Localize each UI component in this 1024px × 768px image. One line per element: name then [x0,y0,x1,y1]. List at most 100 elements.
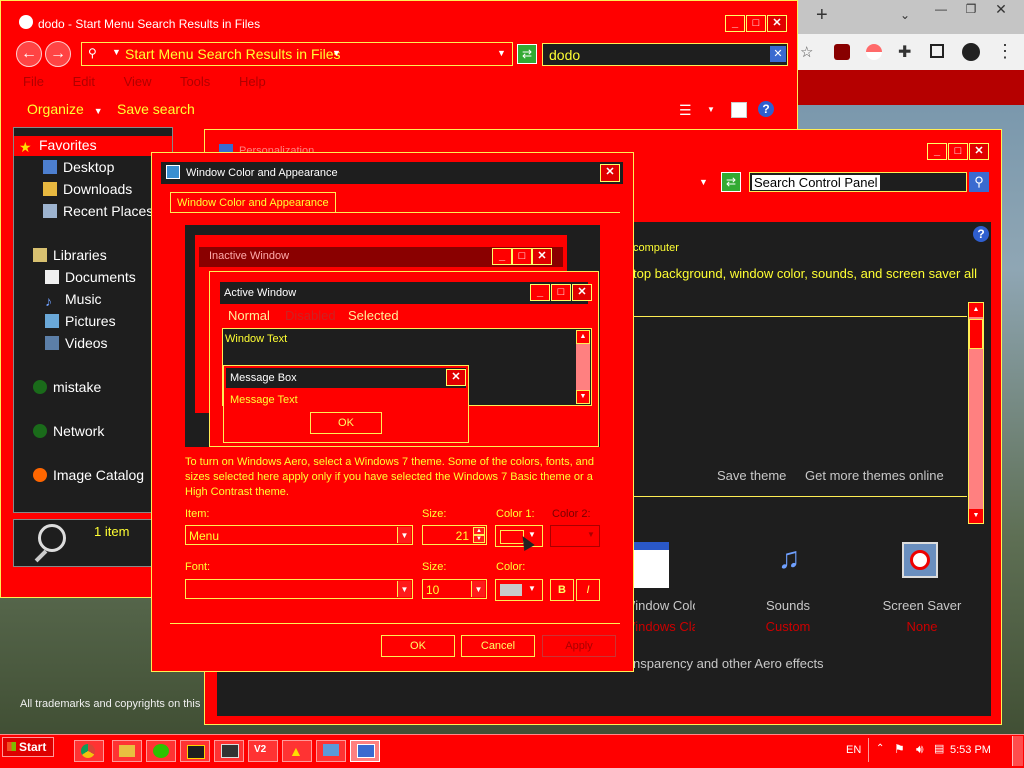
wechat-taskbar-icon[interactable] [146,740,176,762]
save-theme-link[interactable]: Save theme [717,468,786,483]
v2-taskbar-icon[interactable]: V2 [248,740,278,762]
new-tab-button[interactable]: + [816,4,828,27]
dialog-close-button[interactable]: ✕ [600,164,620,182]
action-center-icon[interactable]: ⚑ [894,742,905,756]
chrome-taskbar-icon[interactable] [74,740,104,762]
scroll-down-button[interactable]: ▼ [969,509,983,523]
network-taskbar-icon[interactable] [316,740,346,762]
network-tray-icon[interactable]: ▤ [934,742,944,755]
tray-expand-icon[interactable]: ⌃ [876,743,884,754]
nav-recent-places[interactable]: Recent Places [43,203,153,219]
help-icon[interactable]: ? [973,226,989,242]
sidepanel-icon[interactable] [930,44,944,58]
scrollbar[interactable]: ▲ ▼ [968,302,984,524]
flag-extension-icon[interactable] [866,44,882,60]
clock[interactable]: 5:53 PM [950,744,991,756]
nav-documents[interactable]: Documents [45,269,136,285]
minimize-button[interactable]: _ [725,15,745,32]
search-placeholder: Search Control Panel [752,175,880,190]
item-select[interactable]: Menu ▼ [185,525,413,545]
volume-icon[interactable]: 🔊︎ [916,742,924,757]
appearance-preview[interactable]: Inactive Window _ □ ✕ Active Window _ □ … [185,225,600,447]
save-search-button[interactable]: Save search [117,101,195,117]
close-button[interactable]: ✕ [767,15,787,32]
menu-file[interactable]: File [23,74,44,89]
nav-libraries[interactable]: Libraries [33,247,107,263]
scroll-up-button[interactable]: ▲ [969,303,983,317]
view-options-icon[interactable]: ☰ [679,102,692,119]
refresh-button[interactable]: ⇄ [721,172,741,192]
menu-edit[interactable]: Edit [73,74,95,89]
search-input[interactable]: Search Control Panel [749,172,967,192]
ublock-icon[interactable] [834,44,850,60]
personalize-taskbar-icon[interactable] [350,740,380,762]
show-desktop-button[interactable] [1012,736,1023,766]
warning-taskbar-icon[interactable]: ▲ [282,740,312,762]
size-stepper[interactable]: 21 ▲ ▼ [422,525,487,545]
font-size-select[interactable]: 10 ▼ [422,579,487,599]
sounds-tile[interactable]: ♫ Sounds Custom [743,542,833,642]
window-color-tile[interactable]: Window Color Windows Classic [623,542,703,642]
font-color-picker[interactable]: ▼ [495,579,543,601]
close-icon[interactable]: ✕ [990,1,1012,17]
aero-link[interactable]: nsparency and other Aero effects [633,656,824,671]
organize-button[interactable]: Organize ▼ [27,101,103,117]
back-button[interactable]: ← [16,41,42,67]
nav-favorites[interactable]: ★ Favorites [19,137,97,155]
profile-icon[interactable] [962,43,980,61]
nav-music[interactable]: ♪ Music [45,291,102,309]
monitor-taskbar-icon[interactable] [214,740,244,762]
menu-tools[interactable]: Tools [180,74,210,89]
page-heading: computer [633,242,679,254]
nav-downloads[interactable]: Downloads [43,181,132,197]
italic-button[interactable]: I [576,579,600,601]
address-dropdown-icon[interactable]: ▼ [497,48,506,58]
nav-network[interactable]: Network [33,423,104,439]
minimize-icon[interactable]: — [930,2,952,16]
start-button[interactable]: Start [2,737,54,757]
breadcrumb[interactable]: Start Menu Search Results in Files [125,46,341,62]
forward-button[interactable]: → [45,41,71,67]
search-input[interactable]: dodo ✕ [542,43,788,66]
scroll-thumb[interactable] [969,319,983,349]
preview-pane-icon[interactable] [731,102,747,118]
menu-view[interactable]: View [124,74,152,89]
minimize-button[interactable]: _ [927,143,947,160]
ok-button[interactable]: OK [381,635,455,657]
stepper-down-icon[interactable]: ▼ [473,535,485,543]
clear-search-icon[interactable]: ✕ [770,46,786,62]
color1-picker[interactable]: ▼ [495,525,543,547]
refresh-button[interactable]: ⇄ [517,44,537,64]
font-select[interactable]: ▼ [185,579,413,599]
dialog-tab[interactable]: Window Color and Appearance [170,192,336,212]
more-themes-link[interactable]: Get more themes online [805,468,944,483]
explorer-taskbar-icon[interactable] [112,740,142,762]
browser-menu-icon[interactable]: ⋮ [996,41,1014,62]
maximize-button[interactable]: □ [746,15,766,32]
restore-icon[interactable]: ❐ [960,2,982,16]
puzzle-icon[interactable]: ✚ [898,42,911,62]
chevron-down-icon[interactable]: ▼ [707,105,715,114]
maximize-button[interactable]: □ [948,143,968,160]
inactive-maximize-button: □ [512,248,532,265]
close-button[interactable]: ✕ [969,143,989,160]
chevron-down-icon[interactable]: ⌄ [900,8,910,22]
address-bar[interactable]: ⚲ ▼ Start Menu Search Results in Files ▼… [81,42,513,66]
search-icon[interactable]: ⚲ [969,172,989,192]
nav-pictures[interactable]: Pictures [45,313,116,329]
bold-button[interactable]: B [550,579,574,601]
nav-mistake[interactable]: mistake [33,379,101,395]
help-icon[interactable]: ? [758,101,774,117]
nav-desktop[interactable]: Desktop [43,159,114,175]
nav-videos[interactable]: Videos [45,335,108,351]
media-taskbar-icon[interactable] [180,740,210,762]
address-dropdown-icon[interactable]: ▼ [699,177,708,187]
nav-image-catalog[interactable]: Image Catalog [33,467,144,483]
bold-label: B [558,584,566,596]
screen-saver-tile[interactable]: Screen Saver None [867,542,977,642]
stepper-up-icon[interactable]: ▲ [473,527,485,535]
language-indicator[interactable]: EN [846,744,861,756]
menu-help[interactable]: Help [239,74,266,89]
star-icon[interactable]: ☆ [800,43,813,61]
cancel-button[interactable]: Cancel [461,635,535,657]
